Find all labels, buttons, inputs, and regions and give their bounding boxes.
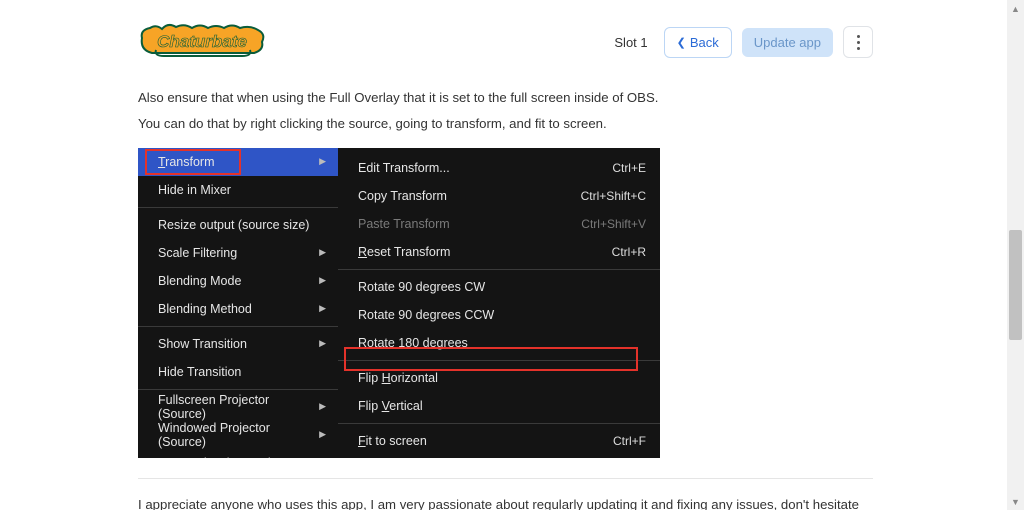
menu-item-windowed-projector: Windowed Projector (Source)▶ — [138, 421, 338, 449]
back-button[interactable]: ❮ Back — [664, 27, 732, 58]
menu-item-blending-method: Blending Method▶ — [138, 295, 338, 323]
menu-item-scale-filtering: Scale Filtering▶ — [138, 239, 338, 267]
submenu-item-flip-vertical: Flip Vertical — [338, 392, 660, 420]
chevron-right-icon: ▶ — [319, 275, 326, 286]
chevron-right-icon: ▶ — [319, 247, 326, 258]
submenu-item-rotate-180: Rotate 180 degrees — [338, 329, 660, 357]
top-bar: Chaturbate Slot 1 ❮ Back Update app — [138, 20, 873, 64]
chevron-right-icon: ▶ — [319, 338, 326, 349]
menu-item-transform: Transform▶ — [138, 148, 338, 176]
submenu-item-flip-horizontal: Flip Horizontal — [338, 364, 660, 392]
submenu-item-edit-transform: Edit Transform...Ctrl+E — [338, 154, 660, 182]
submenu-item-rotate-cw: Rotate 90 degrees CW — [338, 273, 660, 301]
scrollbar-thumb[interactable] — [1009, 230, 1022, 340]
chevron-right-icon: ▶ — [319, 429, 326, 440]
scroll-down-icon[interactable]: ▼ — [1007, 493, 1024, 510]
menu-item-hide-mixer: Hide in Mixer — [138, 176, 338, 204]
submenu-item-fit-to-screen: Fit to screenCtrl+F — [338, 427, 660, 455]
vertical-scrollbar[interactable]: ▲ ▼ — [1007, 0, 1024, 510]
menu-item-hide-transition: Hide Transition — [138, 358, 338, 386]
menu-item-fullscreen-projector: Fullscreen Projector (Source)▶ — [138, 393, 338, 421]
menu-item-show-transition: Show Transition▶ — [138, 330, 338, 358]
menu-item-screenshot: Screenshot (Source) — [138, 449, 338, 458]
obs-context-menu-screenshot: Transform▶ Hide in Mixer Resize output (… — [138, 148, 660, 458]
back-button-label: Back — [690, 35, 719, 50]
svg-text:Chaturbate: Chaturbate — [157, 32, 247, 51]
site-logo: Chaturbate — [138, 20, 268, 64]
submenu-item-rotate-ccw: Rotate 90 degrees CCW — [338, 301, 660, 329]
more-menu-button[interactable] — [843, 26, 873, 58]
chevron-left-icon: ❮ — [677, 36, 686, 49]
menu-item-resize: Resize output (source size) — [138, 211, 338, 239]
update-button-label: Update app — [754, 35, 821, 50]
submenu-item-paste-transform: Paste TransformCtrl+Shift+V — [338, 210, 660, 238]
chevron-right-icon: ▶ — [319, 401, 326, 412]
instruction-paragraph-2: You can do that by right clicking the so… — [138, 114, 873, 134]
submenu-item-copy-transform: Copy TransformCtrl+Shift+C — [338, 182, 660, 210]
instruction-paragraph-1: Also ensure that when using the Full Ove… — [138, 88, 873, 108]
scroll-up-icon[interactable]: ▲ — [1007, 0, 1024, 17]
slot-label: Slot 1 — [614, 35, 647, 50]
submenu-item-stretch-to-screen: Stretch to screenCtrl+S — [338, 455, 660, 458]
submenu-item-reset-transform: Reset TransformCtrl+R — [338, 238, 660, 266]
chevron-right-icon: ▶ — [319, 303, 326, 314]
chevron-right-icon: ▶ — [319, 156, 326, 167]
menu-item-blending-mode: Blending Mode▶ — [138, 267, 338, 295]
update-app-button: Update app — [742, 28, 833, 57]
appreciation-paragraph: I appreciate anyone who uses this app, I… — [138, 478, 873, 510]
